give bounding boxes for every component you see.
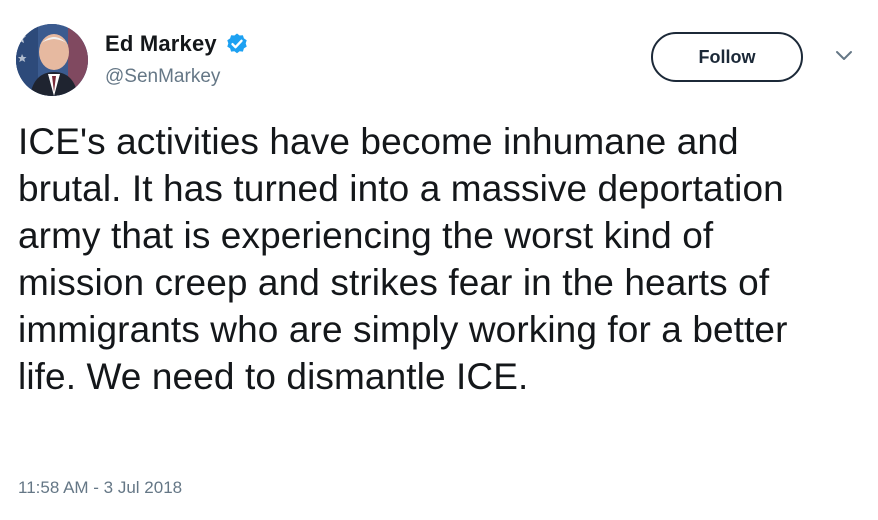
tweet-text: ICE's activities have become inhumane an… xyxy=(18,121,788,397)
avatar[interactable] xyxy=(16,24,88,96)
display-name[interactable]: Ed Markey xyxy=(105,31,217,57)
follow-button[interactable]: Follow xyxy=(651,32,803,82)
chevron-down-icon[interactable] xyxy=(834,49,854,63)
user-handle[interactable]: @SenMarkey xyxy=(105,66,220,88)
name-row: Ed Markey xyxy=(105,30,249,58)
avatar-image xyxy=(16,24,88,96)
tweet-timestamp[interactable]: 11:58 AM - 3 Jul 2018 xyxy=(18,478,182,498)
verified-badge-icon xyxy=(225,32,249,56)
tweet-card: Ed Markey @SenMarkey Follow ICE's activi… xyxy=(0,0,878,520)
